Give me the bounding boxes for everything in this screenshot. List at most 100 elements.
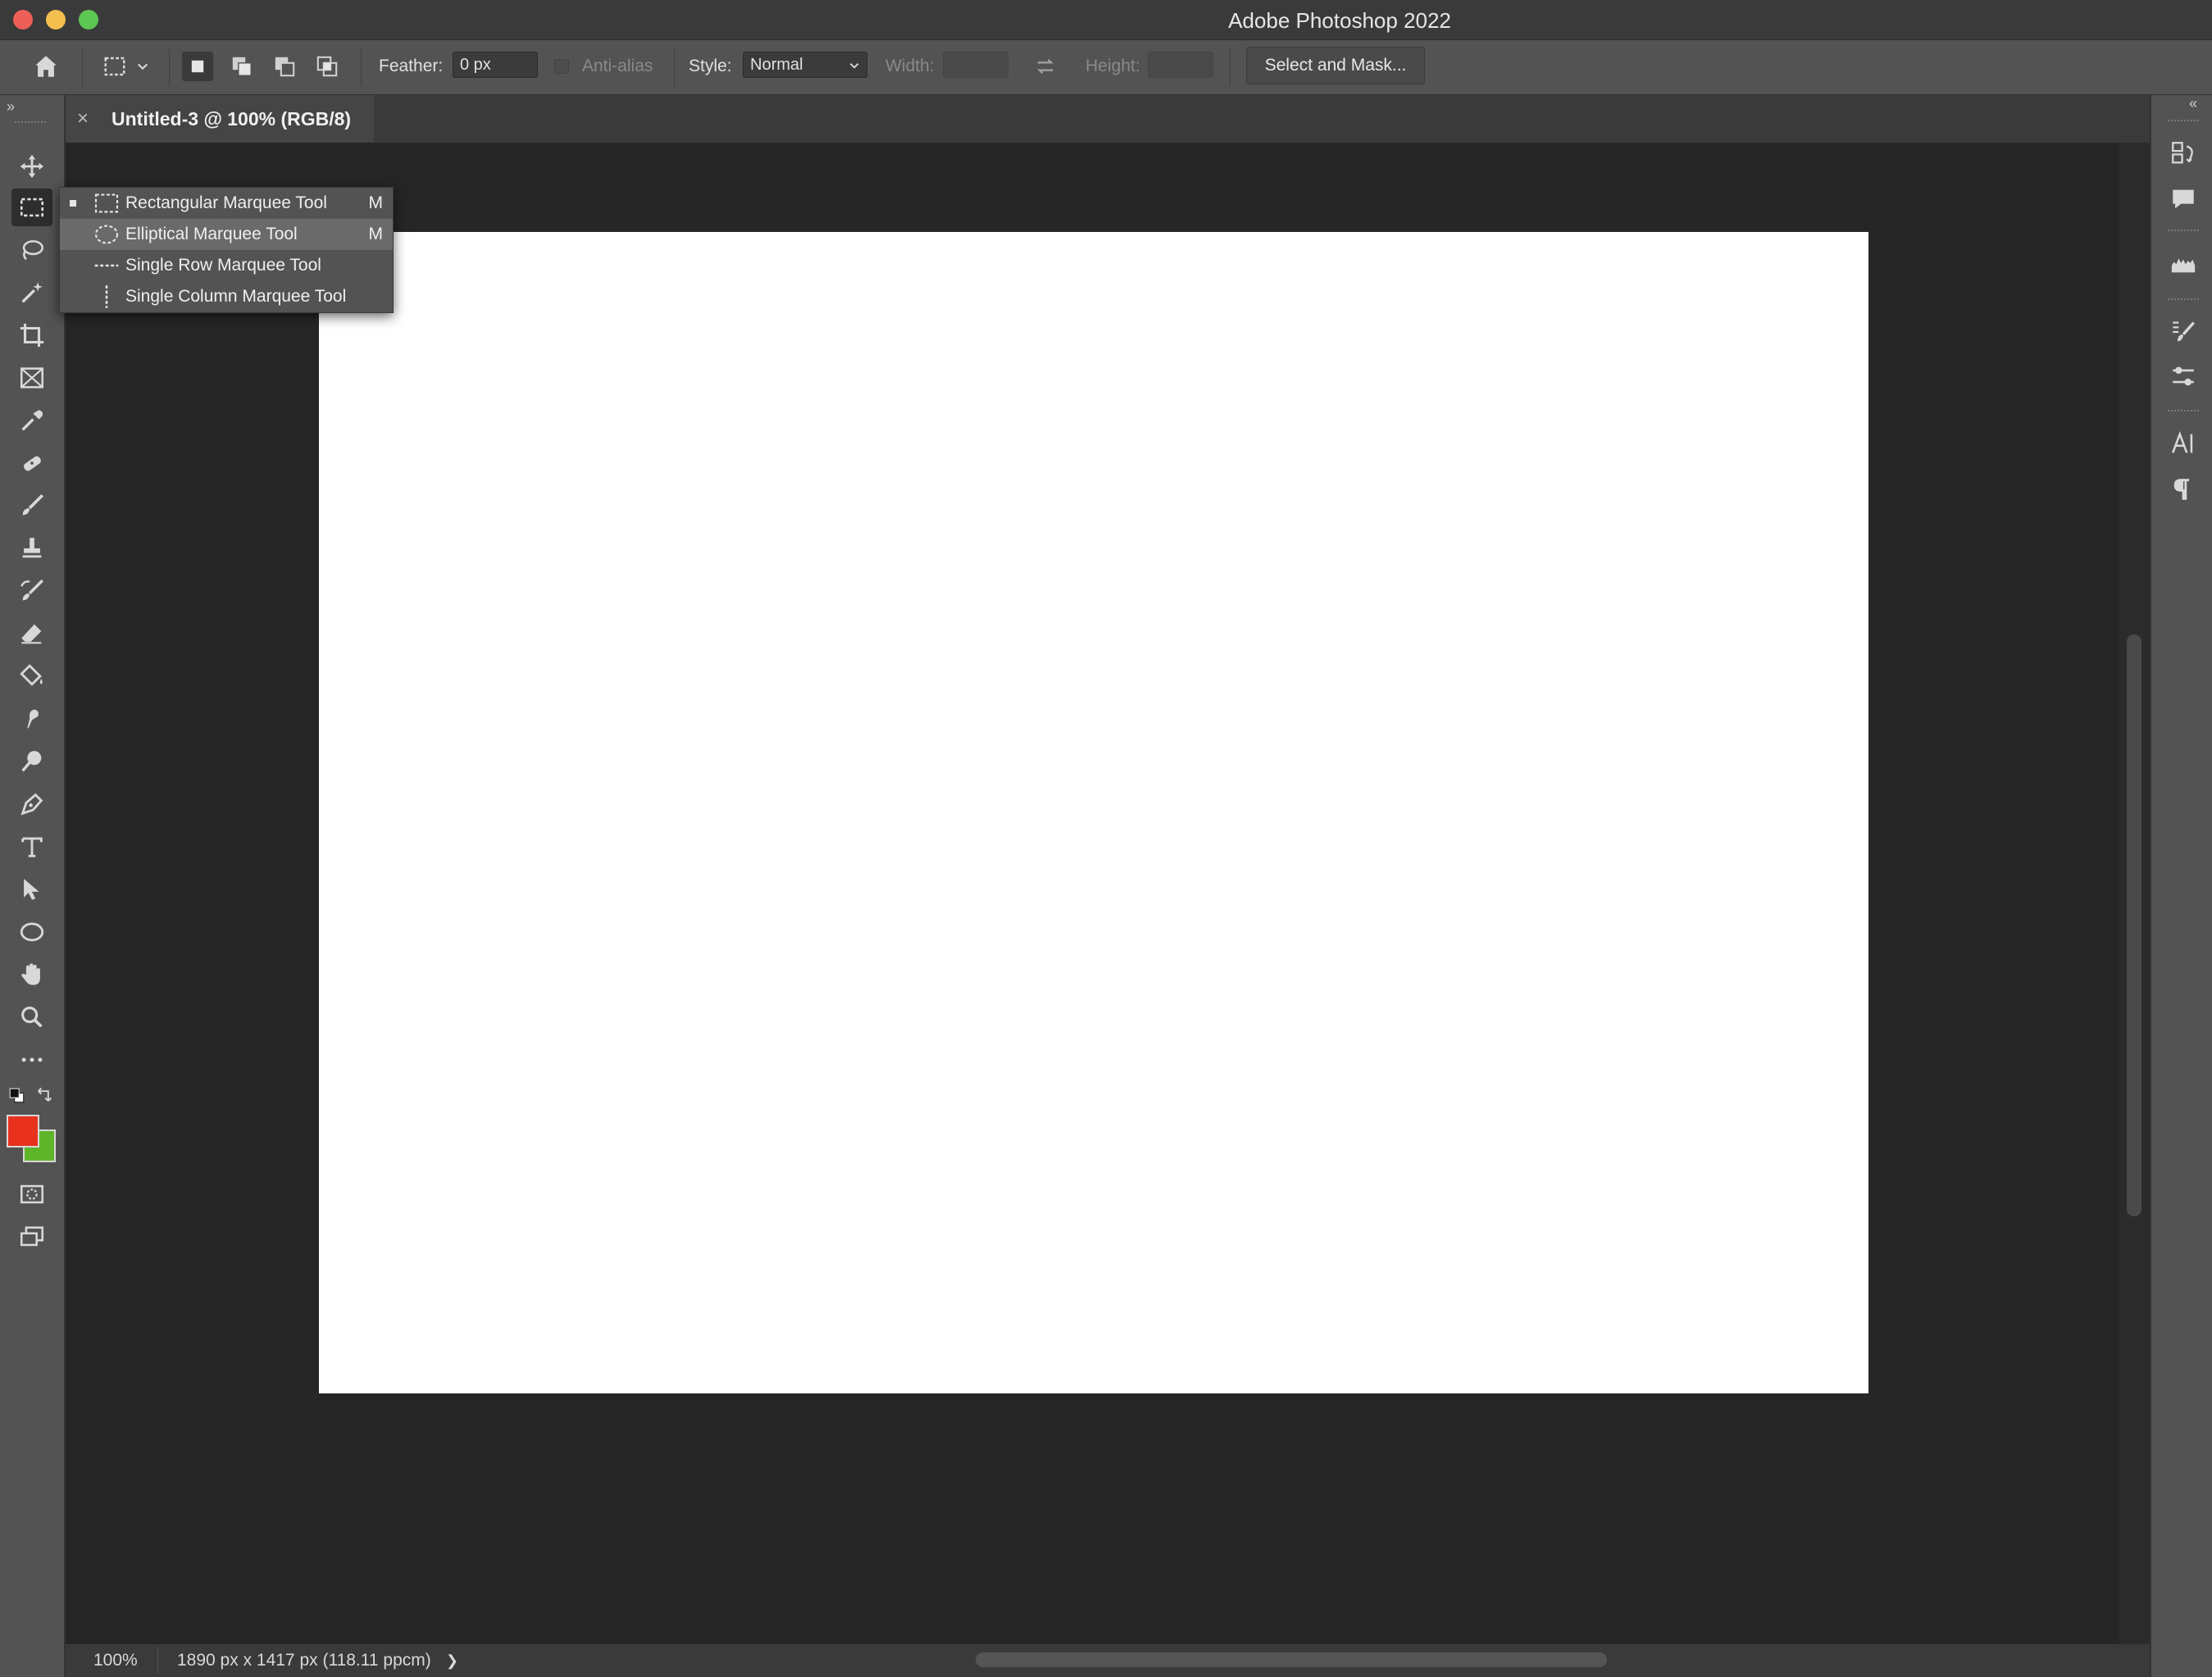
brush-tool[interactable] bbox=[11, 487, 52, 525]
close-icon[interactable]: × bbox=[77, 107, 100, 130]
select-and-mask-button[interactable]: Select and Mask... bbox=[1246, 47, 1425, 84]
single-column-marquee-icon bbox=[105, 285, 108, 308]
width-input[interactable] bbox=[943, 52, 1008, 78]
default-colors-button[interactable] bbox=[8, 1087, 26, 1105]
home-button[interactable] bbox=[28, 50, 64, 83]
feather-input[interactable]: 0 px bbox=[453, 52, 538, 78]
eyedropper-tool[interactable] bbox=[11, 402, 52, 439]
chevron-down-icon bbox=[849, 63, 859, 69]
history-panel-button[interactable] bbox=[2163, 134, 2204, 172]
more-tools-icon bbox=[21, 1057, 43, 1062]
document-info: 1890 px x 1417 px (118.11 ppcm) bbox=[177, 1651, 431, 1670]
history-brush-icon bbox=[20, 579, 43, 601]
chevron-down-icon bbox=[137, 63, 148, 70]
eyedropper-icon bbox=[21, 410, 43, 431]
zoom-icon bbox=[21, 1007, 43, 1028]
magic-wand-icon bbox=[21, 282, 43, 303]
foreground-color-swatch[interactable] bbox=[7, 1115, 39, 1148]
rectangular-marquee-icon bbox=[94, 193, 119, 213]
path-selection-tool[interactable] bbox=[11, 870, 52, 908]
pen-tool[interactable] bbox=[11, 785, 52, 823]
lasso-tool[interactable] bbox=[11, 231, 52, 269]
height-input[interactable] bbox=[1148, 52, 1213, 78]
paragraph-panel-button[interactable] bbox=[2163, 470, 2204, 508]
screen-mode-button[interactable] bbox=[11, 1218, 52, 1256]
paint-bucket-tool[interactable] bbox=[11, 657, 52, 695]
more-tools-button[interactable] bbox=[11, 1041, 52, 1079]
expand-panels-icon[interactable]: « bbox=[2189, 95, 2197, 112]
tools-panel: » bbox=[0, 95, 66, 1677]
style-label: Style: bbox=[689, 57, 732, 75]
chevron-right-icon[interactable]: ❯ bbox=[446, 1652, 458, 1670]
paint-bucket-icon bbox=[20, 664, 43, 686]
history-brush-tool[interactable] bbox=[11, 572, 52, 610]
eraser-tool[interactable] bbox=[11, 615, 52, 652]
history-icon bbox=[2172, 142, 2193, 164]
vertical-scroll-thumb[interactable] bbox=[2127, 634, 2141, 1216]
zoom-tool[interactable] bbox=[11, 998, 52, 1036]
dodge-icon bbox=[21, 751, 42, 772]
smudge-icon bbox=[27, 709, 39, 729]
style-select[interactable]: Normal bbox=[743, 52, 867, 78]
horizontal-scroll-thumb[interactable] bbox=[976, 1652, 1607, 1667]
swap-colors-button[interactable] bbox=[34, 1085, 54, 1105]
adjustments-icon bbox=[2173, 366, 2194, 386]
ellipse-tool[interactable] bbox=[11, 913, 52, 951]
tool-preset-picker[interactable] bbox=[97, 52, 133, 81]
swap-width-height-button[interactable] bbox=[1030, 52, 1061, 81]
elliptical-marquee-icon bbox=[94, 225, 119, 244]
type-icon bbox=[21, 837, 43, 857]
document-canvas[interactable] bbox=[319, 232, 1868, 1393]
intersect-selection-button[interactable] bbox=[312, 52, 343, 81]
comments-panel-button[interactable] bbox=[2163, 180, 2204, 218]
marquee-tool[interactable] bbox=[11, 189, 52, 226]
frame-tool[interactable] bbox=[11, 359, 52, 397]
move-tool[interactable] bbox=[11, 148, 52, 185]
type-tool[interactable] bbox=[11, 828, 52, 866]
elliptical-marquee-menu-item[interactable]: Elliptical Marquee Tool M bbox=[60, 219, 393, 250]
brush-settings-panel-button[interactable] bbox=[2163, 313, 2204, 351]
adjustments-panel-button[interactable] bbox=[2163, 357, 2204, 395]
hand-icon bbox=[21, 963, 40, 985]
marquee-tools-flyout: Rectangular Marquee Tool M Elliptical Ma… bbox=[59, 187, 394, 313]
rectangular-marquee-menu-item[interactable]: Rectangular Marquee Tool M bbox=[60, 188, 393, 219]
antialias-checkbox[interactable] bbox=[554, 59, 569, 74]
height-label: Height: bbox=[1086, 57, 1140, 75]
new-selection-icon bbox=[191, 60, 204, 73]
quick-mask-button[interactable] bbox=[11, 1175, 52, 1213]
add-selection-icon bbox=[232, 57, 252, 76]
quick-mask-icon bbox=[20, 1184, 44, 1204]
options-bar: Feather: 0 px Anti-alias Style: Normal W… bbox=[0, 40, 2212, 96]
healing-brush-icon bbox=[23, 456, 41, 471]
selected-bullet-icon bbox=[70, 200, 76, 207]
vertical-scrollbar[interactable] bbox=[2119, 143, 2150, 1644]
healing-brush-tool[interactable] bbox=[11, 444, 52, 482]
magic-wand-tool[interactable] bbox=[11, 274, 52, 311]
rectangular-marquee-icon bbox=[104, 57, 125, 76]
status-bar: 100% 1890 px x 1417 px (118.11 ppcm) ❯ bbox=[66, 1644, 2150, 1677]
swap-colors-icon bbox=[38, 1087, 52, 1102]
paragraph-icon bbox=[2173, 479, 2190, 500]
feather-label: Feather: bbox=[379, 57, 444, 75]
crop-tool[interactable] bbox=[11, 316, 52, 354]
hand-tool[interactable] bbox=[11, 956, 52, 993]
character-panel-button[interactable] bbox=[2163, 425, 2204, 462]
menu-item-label: Single Row Marquee Tool bbox=[125, 256, 321, 275]
smudge-tool[interactable] bbox=[11, 700, 52, 738]
move-icon bbox=[20, 154, 44, 179]
single-row-marquee-menu-item[interactable]: Single Row Marquee Tool bbox=[60, 250, 393, 281]
preset-dropdown-button[interactable] bbox=[133, 52, 152, 81]
new-selection-button[interactable] bbox=[182, 52, 213, 81]
eraser-icon bbox=[21, 624, 42, 644]
histogram-panel-button[interactable] bbox=[2163, 244, 2204, 282]
document-tab[interactable]: × Untitled-3 @ 100% (RGB/8) bbox=[66, 95, 374, 143]
zoom-level[interactable]: 100% bbox=[93, 1651, 138, 1670]
subtract-from-selection-button[interactable] bbox=[269, 52, 300, 81]
single-row-marquee-icon bbox=[94, 264, 119, 267]
dodge-tool[interactable] bbox=[11, 743, 52, 780]
clone-stamp-tool[interactable] bbox=[11, 529, 52, 567]
single-column-marquee-menu-item[interactable]: Single Column Marquee Tool bbox=[60, 281, 393, 312]
character-icon bbox=[2172, 431, 2193, 453]
add-to-selection-button[interactable] bbox=[226, 52, 257, 81]
collapse-toolbar-icon[interactable]: » bbox=[7, 98, 15, 116]
